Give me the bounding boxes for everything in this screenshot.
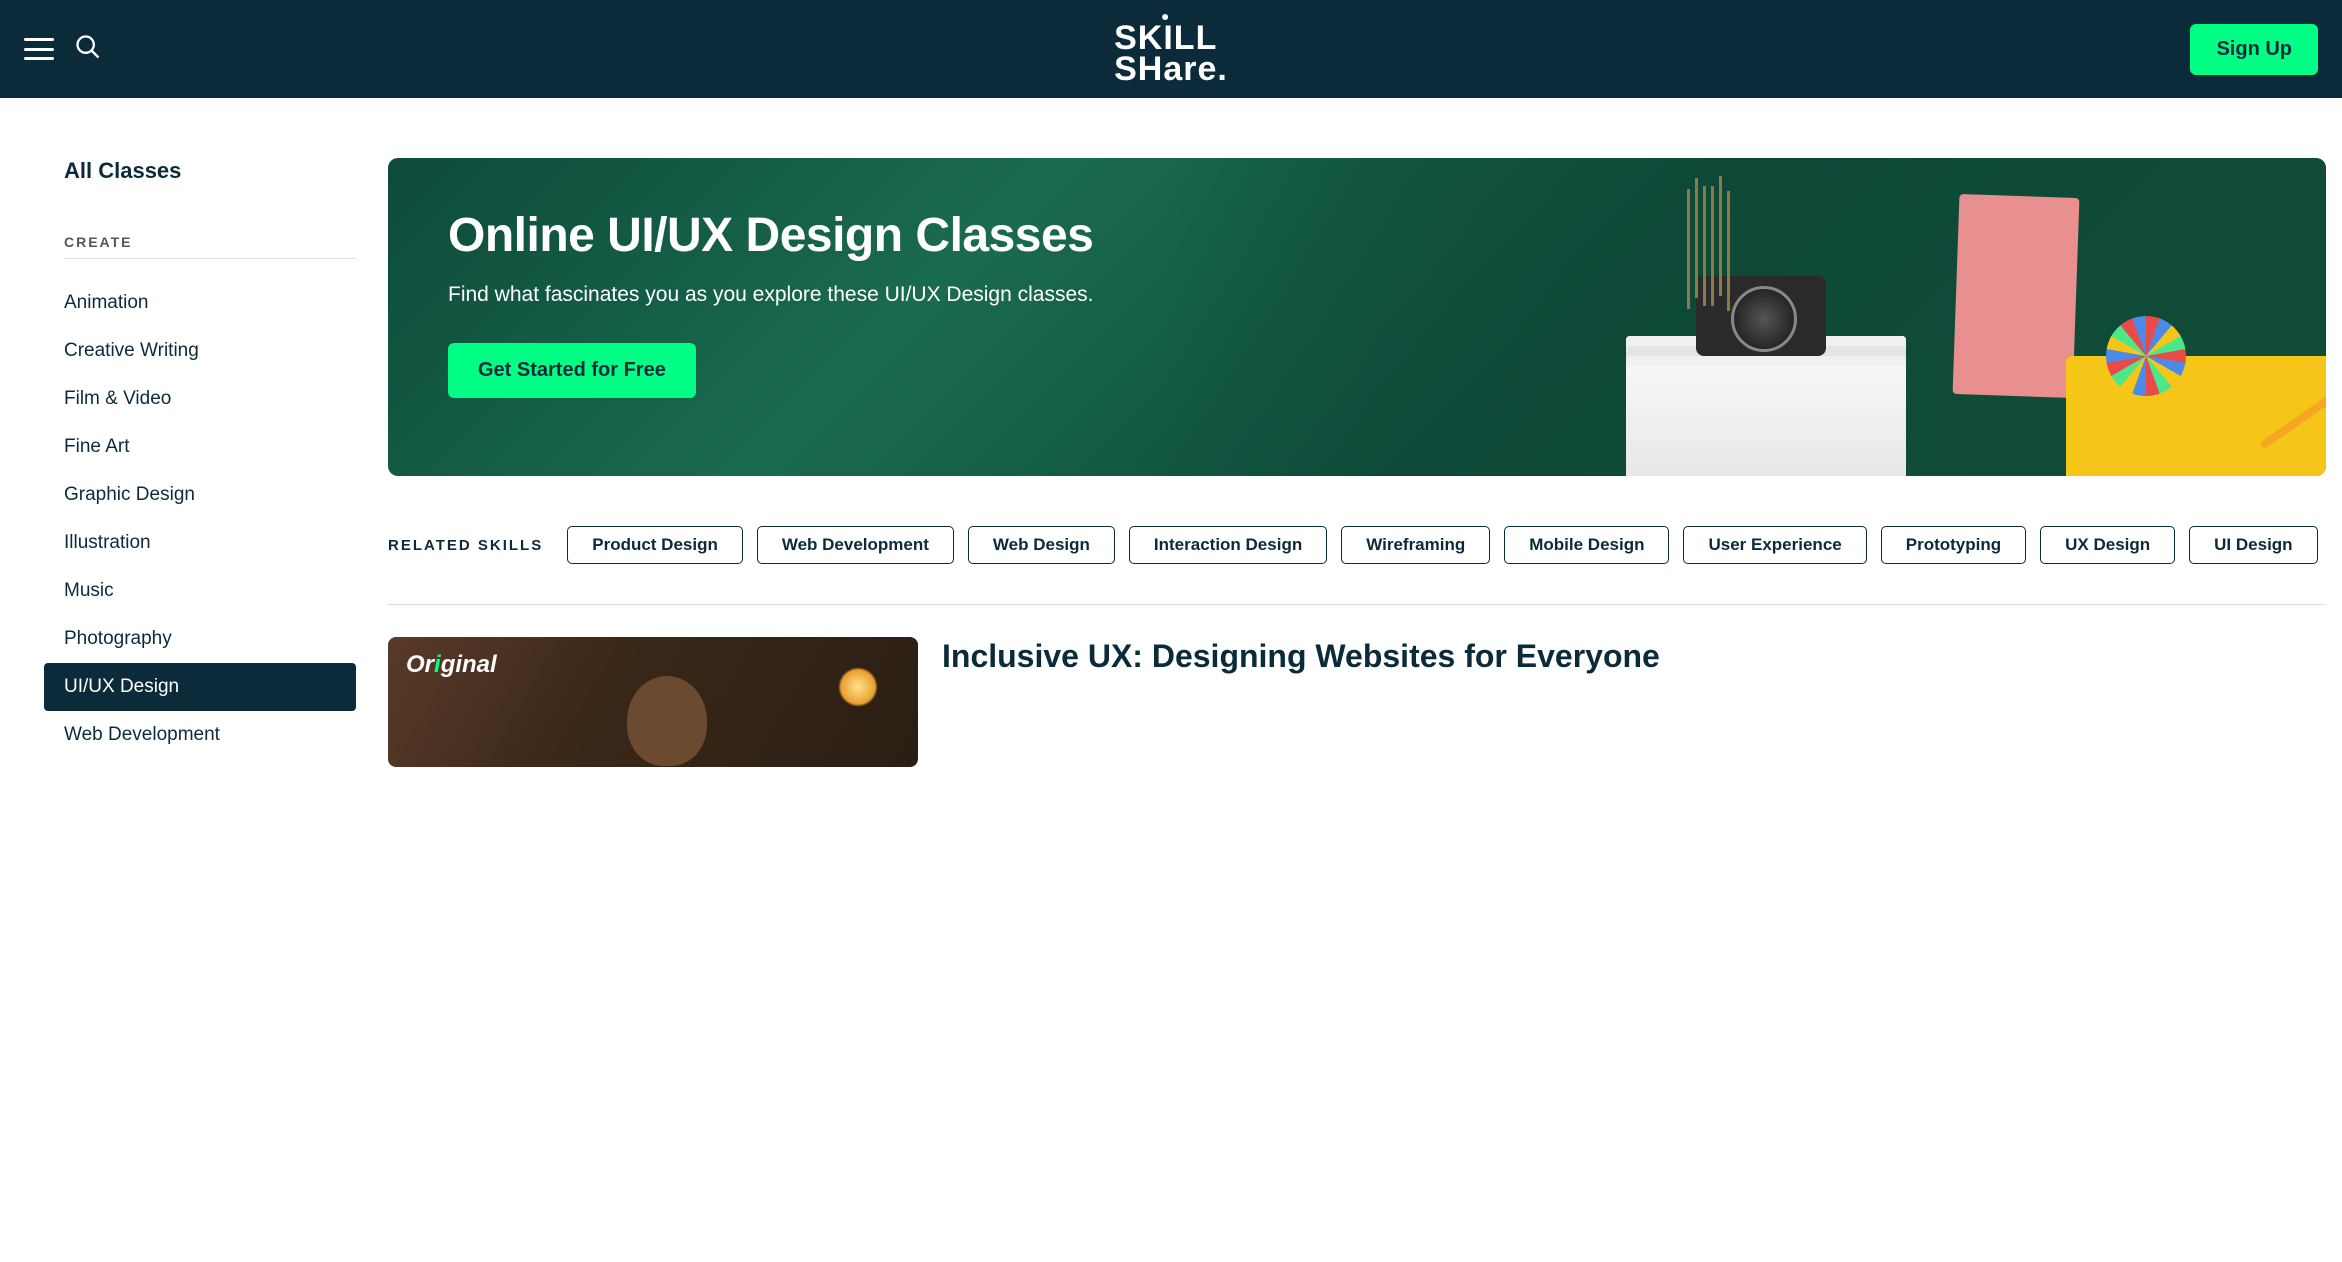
- header-left: [24, 33, 102, 66]
- sidebar: All Classes CREATE Animation Creative Wr…: [16, 158, 356, 767]
- related-skills: RELATED SKILLS Product Design Web Develo…: [388, 526, 2326, 605]
- sidebar-item-fine-art[interactable]: Fine Art: [64, 423, 356, 471]
- sidebar-item-graphic-design[interactable]: Graphic Design: [64, 471, 356, 519]
- featured-decor-lamp: [838, 667, 878, 707]
- category-header: CREATE: [64, 234, 356, 259]
- featured-class: Original Inclusive UX: Designing Website…: [388, 637, 2326, 767]
- featured-decor-person: [627, 676, 707, 766]
- hero-decor-books: [1626, 336, 1906, 476]
- signup-button[interactable]: Sign Up: [2190, 24, 2318, 75]
- sidebar-item-web-development[interactable]: Web Development: [64, 711, 356, 759]
- hero-subtitle: Find what fascinates you as you explore …: [448, 283, 2266, 307]
- get-started-button[interactable]: Get Started for Free: [448, 343, 696, 398]
- skill-pill-user-experience[interactable]: User Experience: [1683, 526, 1866, 564]
- skill-pill-ui-design[interactable]: UI Design: [2189, 526, 2317, 564]
- skill-pill-interaction-design[interactable]: Interaction Design: [1129, 526, 1327, 564]
- related-skills-label: RELATED SKILLS: [388, 537, 543, 554]
- logo-line1: SKILL: [1114, 23, 1217, 54]
- skill-pill-web-design[interactable]: Web Design: [968, 526, 1115, 564]
- category-list: Animation Creative Writing Film & Video …: [64, 279, 356, 759]
- featured-class-title[interactable]: Inclusive UX: Designing Websites for Eve…: [942, 637, 2326, 675]
- sidebar-item-photography[interactable]: Photography: [64, 615, 356, 663]
- main-content: Online UI/UX Design Classes Find what fa…: [388, 158, 2326, 767]
- skill-pill-product-design[interactable]: Product Design: [567, 526, 743, 564]
- sidebar-item-ui-ux-design[interactable]: UI/UX Design: [44, 663, 356, 711]
- original-badge: Original: [406, 651, 497, 679]
- skill-pill-mobile-design[interactable]: Mobile Design: [1504, 526, 1669, 564]
- skill-pill-web-development[interactable]: Web Development: [757, 526, 954, 564]
- featured-thumbnail[interactable]: Original: [388, 637, 918, 767]
- header: SKILL SHare. Sign Up: [0, 0, 2342, 98]
- sidebar-item-illustration[interactable]: Illustration: [64, 519, 356, 567]
- search-icon[interactable]: [74, 33, 102, 66]
- sidebar-item-creative-writing[interactable]: Creative Writing: [64, 327, 356, 375]
- skill-pill-prototyping[interactable]: Prototyping: [1881, 526, 2026, 564]
- logo-line2: SHare.: [1114, 54, 1228, 85]
- sidebar-item-film-video[interactable]: Film & Video: [64, 375, 356, 423]
- skill-pill-wireframing[interactable]: Wireframing: [1341, 526, 1490, 564]
- sidebar-item-music[interactable]: Music: [64, 567, 356, 615]
- page-title: Online UI/UX Design Classes: [448, 208, 2266, 263]
- hero-banner: Online UI/UX Design Classes Find what fa…: [388, 158, 2326, 476]
- hero-decor-yellow: [2066, 356, 2326, 476]
- menu-icon[interactable]: [24, 38, 54, 60]
- all-classes-link[interactable]: All Classes: [64, 158, 356, 184]
- skill-pill-ux-design[interactable]: UX Design: [2040, 526, 2175, 564]
- featured-info: Inclusive UX: Designing Websites for Eve…: [942, 637, 2326, 767]
- logo[interactable]: SKILL SHare.: [1114, 14, 1228, 84]
- hero-decor-ball: [2106, 316, 2186, 396]
- sidebar-item-animation[interactable]: Animation: [64, 279, 356, 327]
